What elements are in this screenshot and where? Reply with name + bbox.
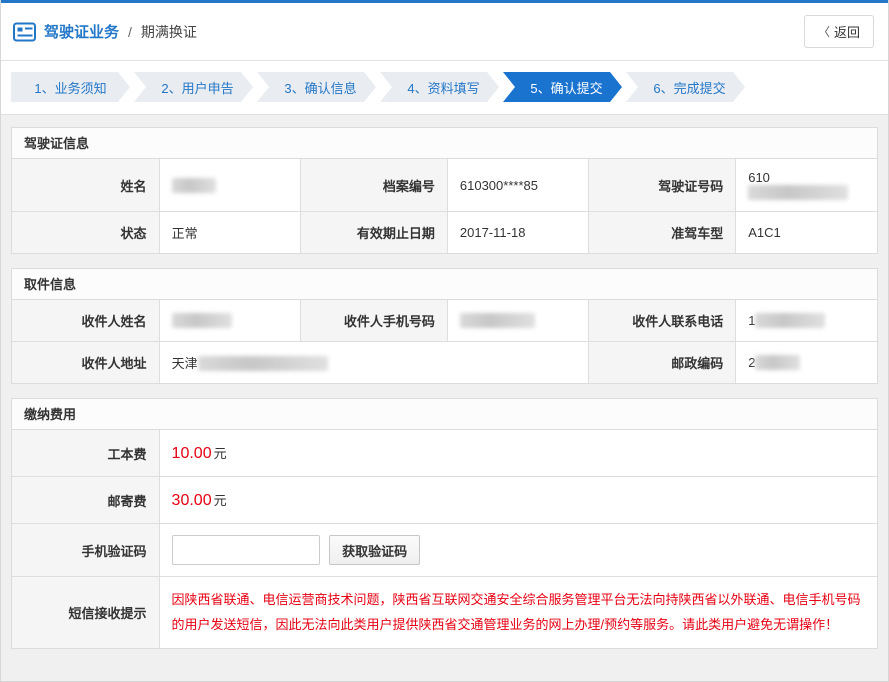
name-value xyxy=(159,159,300,212)
sms-code-input[interactable] xyxy=(172,535,320,565)
step-navigation: 1、业务须知 2、用户申告 3、确认信息 4、资料填写 5、确认提交 6、完成提… xyxy=(1,61,888,115)
page-title: 驾驶证业务 xyxy=(44,21,119,42)
table-row: 收件人地址 天津 邮政编码 2 xyxy=(12,342,877,384)
table-row: 短信接收提示 因陕西省联通、电信运营商技术问题，陕西省互联网交通安全综合服务管理… xyxy=(12,577,877,649)
breadcrumb: 驾驶证业务 / 期满换证 xyxy=(13,21,197,42)
table-row: 姓名 档案编号 610300****85 驾驶证号码 610 xyxy=(12,159,877,212)
table-row: 工本费 10.00元 xyxy=(12,430,877,477)
expiry-value: 2017-11-18 xyxy=(447,212,588,254)
footer-actions: 上一步 完成 xyxy=(11,663,878,681)
recipient-name-label: 收件人姓名 xyxy=(12,300,159,342)
mailing-fee-amount: 30.00 xyxy=(172,492,212,509)
step-5-confirm-submit[interactable]: 5、确认提交 xyxy=(503,72,622,102)
production-fee-unit: 元 xyxy=(214,446,227,461)
section-title-fees: 缴纳费用 xyxy=(12,399,877,430)
postal-code-label: 邮政编码 xyxy=(589,342,736,384)
license-info-section: 驾驶证信息 姓名 档案编号 610300****85 驾驶证号码 610 状态 … xyxy=(11,127,878,254)
table-row: 邮寄费 30.00元 xyxy=(12,477,877,524)
license-number-value: 610 xyxy=(736,159,877,212)
sms-notice-label: 短信接收提示 xyxy=(12,577,159,649)
file-number-value: 610300****85 xyxy=(447,159,588,212)
section-title-license: 驾驶证信息 xyxy=(12,128,877,159)
mailing-fee-label: 邮寄费 xyxy=(12,477,159,524)
postal-code-value: 2 xyxy=(736,342,877,384)
section-title-pickup: 取件信息 xyxy=(12,269,877,300)
license-info-table: 姓名 档案编号 610300****85 驾驶证号码 610 状态 正常 有效期… xyxy=(12,159,877,253)
postal-code-text: 2 xyxy=(748,355,755,370)
sms-code-label: 手机验证码 xyxy=(12,524,159,577)
main-content: 驾驶证信息 姓名 档案编号 610300****85 驾驶证号码 610 状态 … xyxy=(1,115,888,681)
status-label: 状态 xyxy=(12,212,159,254)
license-number-text: 610 xyxy=(748,170,770,185)
sms-code-cell: 获取验证码 xyxy=(159,524,877,577)
breadcrumb-separator: / xyxy=(128,24,132,40)
name-label: 姓名 xyxy=(12,159,159,212)
step-4-fill-data[interactable]: 4、资料填写 xyxy=(380,72,499,102)
sms-notice-cell: 因陕西省联通、电信运营商技术问题，陕西省互联网交通安全综合服务管理平台无法向持陕… xyxy=(159,577,877,649)
pickup-info-table: 收件人姓名 收件人手机号码 收件人联系电话 1 收件人地址 天津 邮政编码 2 xyxy=(12,300,877,383)
back-chevron-icon: 〈 xyxy=(818,23,830,40)
recipient-phone-value: 1 xyxy=(736,300,877,342)
page-header: 驾驶证业务 / 期满换证 〈 返回 xyxy=(1,3,888,61)
mailing-fee-value: 30.00元 xyxy=(159,477,877,524)
recipient-address-value: 天津 xyxy=(159,342,589,384)
pickup-info-section: 取件信息 收件人姓名 收件人手机号码 收件人联系电话 1 收件人地址 天津 邮政… xyxy=(11,268,878,384)
back-button[interactable]: 〈 返回 xyxy=(804,15,874,48)
redacted-recipient-mobile xyxy=(460,313,535,328)
recipient-address-label: 收件人地址 xyxy=(12,342,159,384)
breadcrumb-current: 期满换证 xyxy=(141,22,197,42)
redacted-recipient-phone xyxy=(755,313,825,328)
recipient-address-text: 天津 xyxy=(172,356,198,371)
redacted-postal-code xyxy=(755,355,800,370)
step-2-user-declaration[interactable]: 2、用户申告 xyxy=(134,72,253,102)
production-fee-value: 10.00元 xyxy=(159,430,877,477)
license-business-icon xyxy=(13,22,37,42)
table-row: 收件人姓名 收件人手机号码 收件人联系电话 1 xyxy=(12,300,877,342)
step-6-complete-submit[interactable]: 6、完成提交 xyxy=(626,72,745,102)
file-number-label: 档案编号 xyxy=(300,159,447,212)
production-fee-amount: 10.00 xyxy=(172,445,212,462)
fees-table: 工本费 10.00元 邮寄费 30.00元 手机验证码 获取验证码 短信接收提示 xyxy=(12,430,877,648)
recipient-name-value xyxy=(159,300,300,342)
license-number-label: 驾驶证号码 xyxy=(589,159,736,212)
sms-notice-text: 因陕西省联通、电信运营商技术问题，陕西省互联网交通安全综合服务管理平台无法向持陕… xyxy=(172,588,865,637)
redacted-name xyxy=(172,178,216,193)
vehicle-class-label: 准驾车型 xyxy=(589,212,736,254)
vehicle-class-value: A1C1 xyxy=(736,212,877,254)
redacted-recipient-address xyxy=(198,356,328,371)
back-button-label: 返回 xyxy=(834,22,860,41)
page-container: 驾驶证业务 / 期满换证 〈 返回 1、业务须知 2、用户申告 3、确认信息 4… xyxy=(0,0,889,682)
mailing-fee-unit: 元 xyxy=(214,493,227,508)
recipient-mobile-label: 收件人手机号码 xyxy=(300,300,447,342)
get-code-button[interactable]: 获取验证码 xyxy=(329,535,420,565)
table-row: 手机验证码 获取验证码 xyxy=(12,524,877,577)
production-fee-label: 工本费 xyxy=(12,430,159,477)
table-row: 状态 正常 有效期止日期 2017-11-18 准驾车型 A1C1 xyxy=(12,212,877,254)
step-3-confirm-info[interactable]: 3、确认信息 xyxy=(257,72,376,102)
step-1-business-notice[interactable]: 1、业务须知 xyxy=(11,72,130,102)
recipient-phone-label: 收件人联系电话 xyxy=(589,300,736,342)
recipient-mobile-value xyxy=(447,300,588,342)
redacted-recipient-name xyxy=(172,313,232,328)
expiry-label: 有效期止日期 xyxy=(300,212,447,254)
redacted-license-number xyxy=(748,185,848,200)
recipient-phone-text: 1 xyxy=(748,313,755,328)
status-value: 正常 xyxy=(159,212,300,254)
fees-section: 缴纳费用 工本费 10.00元 邮寄费 30.00元 手机验证码 获取验证码 xyxy=(11,398,878,649)
